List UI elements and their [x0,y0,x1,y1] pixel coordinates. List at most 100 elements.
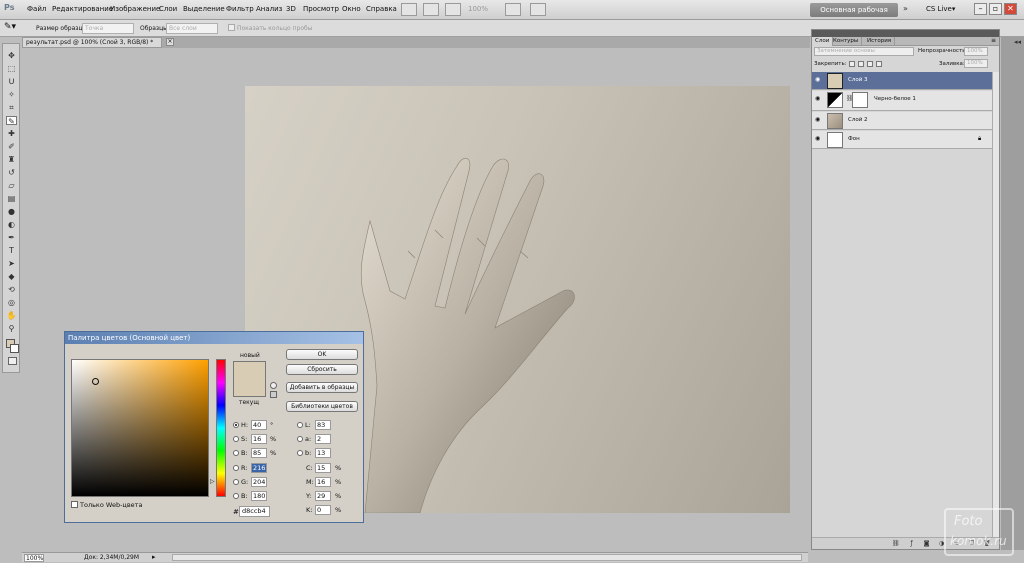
hue-radio[interactable] [233,422,239,428]
color-field-marker[interactable] [92,378,99,385]
screen-mode-icon[interactable] [530,3,546,16]
dodge-tool-icon[interactable]: ◐ [6,220,17,229]
crop-tool-icon[interactable]: ⌗ [6,103,17,112]
lab-b-input[interactable]: 13 [315,448,331,458]
type-tool-icon[interactable]: T [6,246,17,255]
minibridge-icon[interactable] [423,3,439,16]
lab-l-input[interactable]: 83 [315,420,331,430]
visibility-eye-icon[interactable]: ◉ [815,117,822,123]
shape-tool-icon[interactable]: ◆ [6,272,17,281]
visibility-eye-icon[interactable]: ◉ [815,77,822,83]
menu-help[interactable]: Справка [366,5,397,13]
menu-image[interactable]: Изображение [110,5,160,13]
saturation-radio[interactable] [233,436,239,442]
zoom-level[interactable]: 100% [468,5,488,13]
layer-mask-thumbnail[interactable] [852,92,868,108]
gamut-warning-icon[interactable] [270,382,277,389]
hue-input[interactable]: 40 [251,420,267,430]
clone-stamp-icon[interactable]: ♜ [6,155,17,164]
blue-radio[interactable] [233,493,239,499]
marquee-tool-icon[interactable]: ⬚ [6,64,17,73]
layer-row[interactable]: ◉ ⛓ Черно-белое 1 [812,91,992,111]
3d-rotate-icon[interactable]: ⟲ [6,285,17,294]
menu-file[interactable]: Файл [27,5,46,13]
layers-scrollbar[interactable] [992,72,999,537]
lab-b-radio[interactable] [297,450,303,456]
brightness-input[interactable]: 85 [251,448,267,458]
hue-slider-arrow-icon[interactable]: ▷ [210,478,215,485]
status-menu-arrow-icon[interactable]: ▸ [152,553,156,561]
web-colors-only-checkbox[interactable] [71,501,78,508]
tab-paths[interactable]: Контуры [830,37,863,46]
panel-header[interactable] [812,30,999,37]
eyedropper-icon[interactable]: ✎ [6,116,17,126]
move-tool-icon[interactable]: ✥ [6,51,17,60]
panel-menu-icon[interactable]: ≡ [991,37,996,44]
expand-panels-icon[interactable]: ◂◂ [1014,38,1021,46]
healing-brush-icon[interactable]: ✚ [6,129,17,138]
visibility-eye-icon[interactable]: ◉ [815,96,822,102]
lab-a-input[interactable]: 2 [315,434,331,444]
color-field[interactable] [71,359,209,497]
menu-analysis[interactable]: Анализ [256,5,282,13]
lasso-tool-icon[interactable]: ᑌ [6,77,17,86]
eyedropper-tool-icon[interactable]: ✎▾ [4,22,16,32]
cyan-input[interactable]: 15 [315,463,331,473]
history-brush-icon[interactable]: ↺ [6,168,17,177]
arrange-docs-icon[interactable] [505,3,521,16]
workspace-more-icon[interactable]: » [903,4,908,13]
link-icon[interactable]: ⛓ [892,540,900,547]
hue-slider[interactable] [216,359,226,497]
show-ring-checkbox[interactable] [228,24,235,31]
menu-edit[interactable]: Редактирование [52,5,113,13]
lab-a-radio[interactable] [297,436,303,442]
samples-select[interactable]: Все слои [166,23,218,34]
fx-icon[interactable]: ƒ [908,540,915,547]
black-input[interactable]: 0 [315,505,331,515]
menu-select[interactable]: Выделение [183,5,225,13]
layer-row[interactable]: ◉ Слой 3 [812,72,992,90]
green-input[interactable]: 204 [251,477,267,487]
red-input[interactable]: 216 [251,463,267,473]
blend-mode-select[interactable]: Затемнение основы [814,47,914,56]
zoom-tool-icon[interactable]: ⚲ [6,324,17,333]
saturation-input[interactable]: 16 [251,434,267,444]
eraser-tool-icon[interactable]: ▱ [6,181,17,190]
tab-history[interactable]: История [864,37,896,46]
menu-3d[interactable]: 3D [286,5,296,13]
sample-size-select[interactable]: Точка [82,23,134,34]
blue-input[interactable]: 180 [251,491,267,501]
brightness-radio[interactable] [233,450,239,456]
pen-tool-icon[interactable]: ✒ [6,233,17,242]
menu-view[interactable]: Просмотр [303,5,339,13]
color-libraries-button[interactable]: Библиотеки цветов [286,401,358,412]
magenta-input[interactable]: 16 [315,477,331,487]
quick-mask-icon[interactable] [8,357,17,365]
restore-button[interactable]: ▫ [989,3,1002,15]
bridge-icon[interactable] [401,3,417,16]
mask-icon[interactable]: ◙ [923,540,930,547]
workspace-button[interactable]: Основная рабочая среда [810,3,898,28]
lab-l-radio[interactable] [297,422,303,428]
minimize-button[interactable]: – [974,3,987,15]
background-color-swatch[interactable] [10,344,19,353]
hex-input[interactable]: d8ccb4 [239,506,270,517]
ok-button[interactable]: OK [286,349,358,360]
document-tab[interactable]: результат.psd @ 100% (Слой 3, RGB/8) * [22,37,162,48]
quick-select-tool-icon[interactable]: ✧ [6,90,17,99]
extras-icon[interactable] [445,3,461,16]
current-color-swatch[interactable] [233,379,266,397]
fill-input[interactable]: 100% [964,59,988,68]
menu-filter[interactable]: Фильтр [226,5,254,13]
blur-tool-icon[interactable]: ● [6,207,17,216]
opacity-input[interactable]: 100% [964,47,988,56]
close-tab-icon[interactable]: × [166,38,174,46]
reset-button[interactable]: Сбросить [286,364,358,375]
lock-all-icon[interactable] [876,61,882,67]
hand-tool-icon[interactable]: ✋ [6,311,17,320]
3d-orbit-icon[interactable]: ◎ [6,298,17,307]
web-safe-icon[interactable] [270,391,277,398]
layer-row[interactable]: ◉ Фон 🔒︎ [812,131,992,149]
layer-row[interactable]: ◉ Слой 2 [812,112,992,130]
add-to-swatches-button[interactable]: Добавить в образцы [286,382,358,393]
